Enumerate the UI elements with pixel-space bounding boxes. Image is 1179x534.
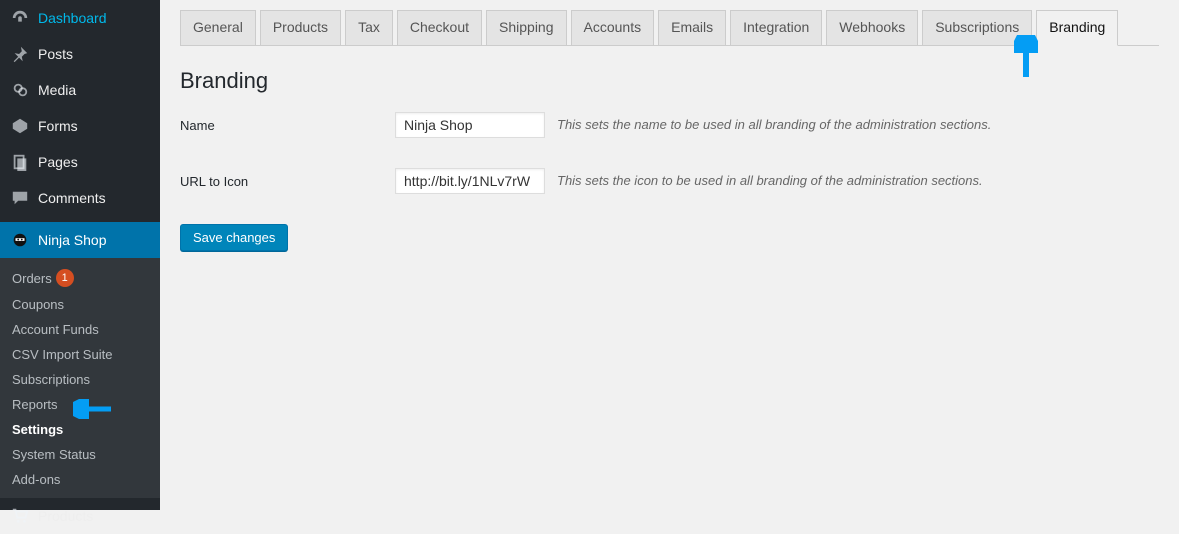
ninja-icon <box>10 230 30 250</box>
sidebar-sub-label: System Status <box>12 447 96 462</box>
sidebar-item-forms[interactable]: Forms <box>0 108 160 144</box>
tab-checkout[interactable]: Checkout <box>397 10 482 46</box>
name-label: Name <box>180 112 395 133</box>
page-title: Branding <box>180 68 1159 94</box>
tab-products[interactable]: Products <box>260 10 341 46</box>
sidebar-sub-orders[interactable]: Orders 1 <box>0 264 160 292</box>
sidebar-sub-subscriptions[interactable]: Subscriptions <box>0 367 160 392</box>
tab-label: Branding <box>1049 19 1105 35</box>
tab-label: Shipping <box>499 19 554 35</box>
sidebar-sub-account-funds[interactable]: Account Funds <box>0 317 160 342</box>
sidebar-sub-label: Account Funds <box>12 322 99 337</box>
tab-label: Checkout <box>410 19 469 35</box>
orders-badge: 1 <box>56 269 74 287</box>
tab-label: Accounts <box>584 19 642 35</box>
icon-url-description: This sets the icon to be used in all bra… <box>557 168 983 188</box>
media-icon <box>10 80 30 100</box>
pin-icon <box>10 44 30 64</box>
sidebar-sub-coupons[interactable]: Coupons <box>0 292 160 317</box>
pages-icon <box>10 152 30 172</box>
forms-icon <box>10 116 30 136</box>
sidebar-item-label: Forms <box>38 118 78 134</box>
tab-label: Integration <box>743 19 809 35</box>
tab-shipping[interactable]: Shipping <box>486 10 567 46</box>
tab-tax[interactable]: Tax <box>345 10 393 46</box>
admin-sidebar: Dashboard Posts Media Forms Pages Commen… <box>0 0 160 510</box>
name-description: This sets the name to be used in all bra… <box>557 112 991 132</box>
sidebar-item-label: Products <box>38 508 93 524</box>
sidebar-item-label: Pages <box>38 154 78 170</box>
tab-label: Tax <box>358 19 380 35</box>
tab-subscriptions[interactable]: Subscriptions <box>922 10 1032 46</box>
tab-integration[interactable]: Integration <box>730 10 822 46</box>
save-changes-button[interactable]: Save changes <box>180 224 288 251</box>
sidebar-item-comments[interactable]: Comments <box>0 180 160 216</box>
tab-label: Products <box>273 19 328 35</box>
sidebar-item-label: Posts <box>38 46 73 62</box>
tab-label: Webhooks <box>839 19 905 35</box>
tab-accounts[interactable]: Accounts <box>571 10 655 46</box>
field-row-name: Name This sets the name to be used in al… <box>180 112 1159 138</box>
tab-emails[interactable]: Emails <box>658 10 726 46</box>
tab-webhooks[interactable]: Webhooks <box>826 10 918 46</box>
sidebar-item-label: Comments <box>38 190 106 206</box>
sidebar-sub-reports[interactable]: Reports <box>0 392 160 417</box>
sidebar-item-label: Media <box>38 82 76 98</box>
tab-general[interactable]: General <box>180 10 256 46</box>
tab-label: Subscriptions <box>935 19 1019 35</box>
sidebar-item-posts[interactable]: Posts <box>0 36 160 72</box>
sidebar-sub-label: Settings <box>12 422 63 437</box>
icon-url-input[interactable] <box>395 168 545 194</box>
sidebar-item-label: Ninja Shop <box>38 232 107 248</box>
main-content: General Products Tax Checkout Shipping A… <box>160 0 1179 510</box>
sidebar-sub-label: Reports <box>12 397 58 412</box>
comment-icon <box>10 188 30 208</box>
sidebar-item-pages[interactable]: Pages <box>0 144 160 180</box>
sidebar-sub-settings[interactable]: Settings <box>0 417 160 442</box>
sidebar-sub-add-ons[interactable]: Add-ons <box>0 467 160 492</box>
tab-branding[interactable]: Branding <box>1036 10 1118 46</box>
sidebar-item-dashboard[interactable]: Dashboard <box>0 0 160 36</box>
sidebar-item-media[interactable]: Media <box>0 72 160 108</box>
cart-icon <box>10 506 30 526</box>
sidebar-sub-label: Subscriptions <box>12 372 90 387</box>
sidebar-sub-label: Coupons <box>12 297 64 312</box>
icon-url-label: URL to Icon <box>180 168 395 189</box>
sidebar-item-products[interactable]: Products <box>0 498 160 534</box>
sidebar-subnav: Orders 1 Coupons Account Funds CSV Impor… <box>0 258 160 498</box>
sidebar-item-label: Dashboard <box>38 10 107 26</box>
dashboard-icon <box>10 8 30 28</box>
sidebar-sub-label: Add-ons <box>12 472 60 487</box>
tab-label: Emails <box>671 19 713 35</box>
sidebar-item-ninja-shop[interactable]: Ninja Shop <box>0 222 160 258</box>
sidebar-sub-system-status[interactable]: System Status <box>0 442 160 467</box>
field-row-icon-url: URL to Icon This sets the icon to be use… <box>180 168 1159 194</box>
settings-tabs: General Products Tax Checkout Shipping A… <box>180 10 1159 46</box>
sidebar-sub-csv-import[interactable]: CSV Import Suite <box>0 342 160 367</box>
sidebar-sub-label: Orders <box>12 271 52 286</box>
name-input[interactable] <box>395 112 545 138</box>
sidebar-sub-label: CSV Import Suite <box>12 347 112 362</box>
tab-label: General <box>193 19 243 35</box>
